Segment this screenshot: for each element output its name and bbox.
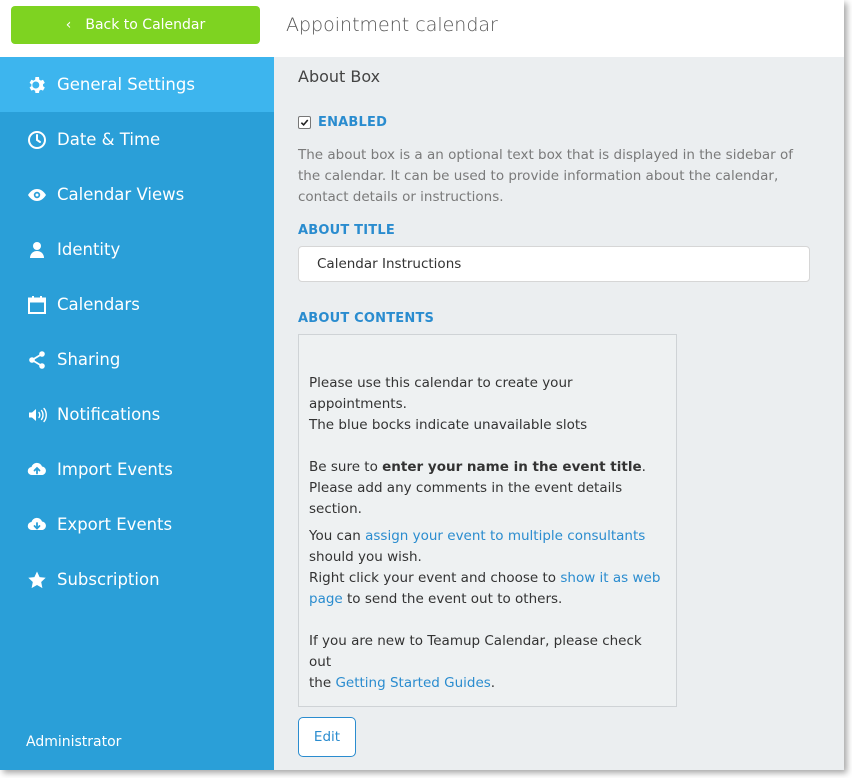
speaker-icon	[26, 404, 48, 426]
sidebar-item-calendars[interactable]: Calendars	[0, 277, 274, 332]
sidebar-item-label: Sharing	[57, 350, 121, 369]
sidebar-item-label: Calendar Views	[57, 185, 185, 204]
chevron-left-icon: ‹	[65, 17, 72, 33]
sidebar-item-label: Subscription	[57, 570, 160, 589]
back-to-calendar-button[interactable]: ‹ Back to Calendar	[11, 6, 260, 44]
enabled-checkbox[interactable]	[298, 116, 311, 129]
star-icon	[26, 569, 48, 591]
sidebar-item-label: Notifications	[57, 405, 161, 424]
sidebar-item-sharing[interactable]: Sharing	[0, 332, 274, 387]
gear-icon	[26, 74, 48, 96]
contents-line: the Getting Started Guides.	[309, 675, 496, 691]
cloud-download-icon	[26, 514, 48, 536]
about-box-description: The about box is a an optional text box …	[298, 147, 794, 205]
sidebar-item-notifications[interactable]: Notifications	[0, 387, 274, 442]
sidebar-item-label: Export Events	[57, 515, 173, 534]
sidebar-item-label: General Settings	[57, 75, 195, 94]
contents-line: Please add any comments in the event det…	[309, 480, 623, 517]
sidebar-item-label: Import Events	[57, 460, 173, 479]
sidebar-item-import-events[interactable]: Import Events	[0, 442, 274, 497]
sidebar-item-date-time[interactable]: Date & Time	[0, 112, 274, 167]
main-content: About Box ENABLED The about box is a an …	[274, 57, 844, 770]
contents-line: The blue bocks indicate unavailable slot…	[309, 417, 588, 433]
calendar-icon	[26, 294, 48, 316]
eye-icon	[26, 184, 48, 206]
enabled-row: ENABLED	[298, 115, 387, 130]
bold-text: enter your name in the event title	[382, 459, 642, 475]
sidebar-item-general-settings[interactable]: General Settings	[0, 57, 274, 112]
contents-line: Be sure to enter your name in the event …	[309, 459, 646, 475]
sidebar-item-label: Calendars	[57, 295, 140, 314]
cloud-upload-icon	[26, 459, 48, 481]
contents-line: If you are new to Teamup Calendar, pleas…	[309, 633, 642, 670]
sidebar-item-calendar-views[interactable]: Calendar Views	[0, 167, 274, 222]
edit-button[interactable]: Edit	[298, 717, 356, 757]
enabled-label[interactable]: ENABLED	[318, 115, 387, 130]
back-button-label: Back to Calendar	[85, 17, 206, 33]
sidebar: General Settings Date & Time Calendar Vi…	[0, 57, 274, 770]
user-icon	[26, 239, 48, 261]
about-title-input[interactable]	[298, 246, 810, 282]
sidebar-item-identity[interactable]: Identity	[0, 222, 274, 277]
share-icon	[26, 349, 48, 371]
contents-line: You can assign your event to multiple co…	[309, 528, 646, 544]
assign-consultants-link[interactable]: assign your event to multiple consultant…	[365, 528, 645, 544]
about-contents-box[interactable]: Please use this calendar to create your …	[298, 334, 677, 707]
sidebar-item-subscription[interactable]: Subscription	[0, 552, 274, 607]
contents-line: should you wish.	[309, 549, 422, 565]
administrator-label[interactable]: Administrator	[26, 734, 121, 750]
about-contents-label: ABOUT CONTENTS	[298, 311, 435, 326]
clock-icon	[26, 129, 48, 151]
checkmark-icon	[300, 119, 309, 127]
sidebar-item-label: Identity	[57, 240, 121, 259]
about-title-label: ABOUT TITLE	[298, 223, 395, 238]
sidebar-item-label: Date & Time	[57, 130, 161, 149]
top-left-area: ‹ Back to Calendar	[0, 0, 274, 57]
page-header: Appointment calendar	[274, 0, 844, 57]
contents-line: Right click your event and choose to sho…	[309, 570, 661, 607]
getting-started-guides-link[interactable]: Getting Started Guides	[335, 675, 490, 691]
sidebar-item-export-events[interactable]: Export Events	[0, 497, 274, 552]
contents-line: Please use this calendar to create your …	[309, 375, 573, 412]
page-title: Appointment calendar	[286, 14, 498, 36]
app-window: ‹ Back to Calendar Appointment calendar …	[0, 0, 844, 770]
section-title: About Box	[298, 67, 381, 86]
